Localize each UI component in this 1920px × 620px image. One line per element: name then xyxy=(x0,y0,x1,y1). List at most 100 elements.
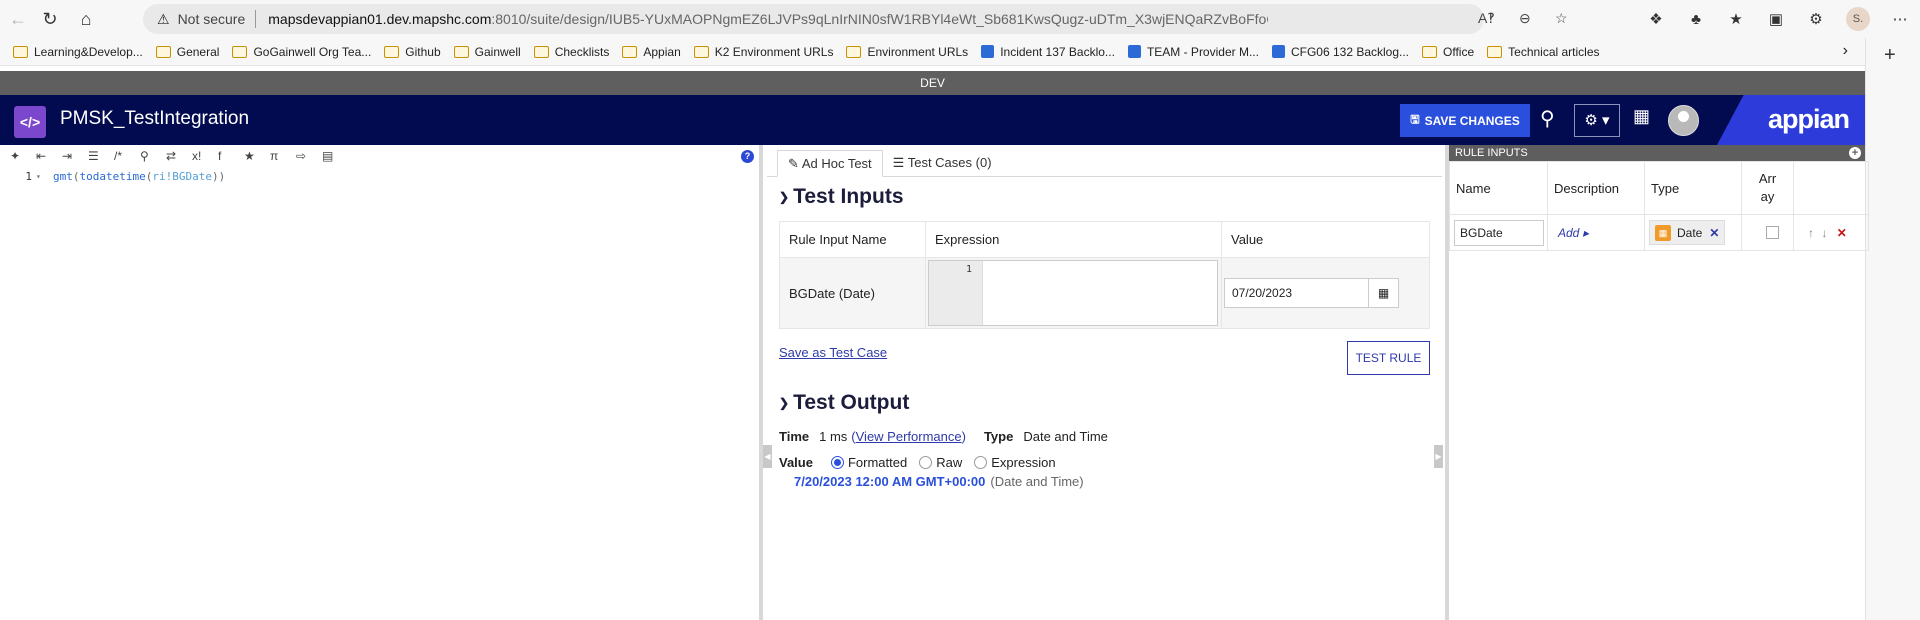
test-inputs-table: Rule Input Name Expression Value BGDate … xyxy=(779,221,1430,329)
zoom-out-icon[interactable]: ⊖ xyxy=(1519,10,1531,27)
close-icon[interactable]: ✕ xyxy=(1709,226,1719,240)
browser-toolbar: ← ↻ ⌂ ⚠ Not secure mapsdevappian01.dev.m… xyxy=(0,0,1920,38)
plus-icon[interactable]: + xyxy=(1884,44,1910,67)
bookmark-item[interactable]: Appian xyxy=(622,45,681,59)
function-icon[interactable]: f xyxy=(218,149,244,163)
date-input[interactable]: 07/20/2023 ▦ xyxy=(1224,278,1399,308)
back-icon[interactable]: ← xyxy=(0,0,36,38)
folder-icon xyxy=(693,45,709,58)
add-rule-input-icon[interactable]: + xyxy=(1849,147,1861,159)
favorite-star-icon[interactable]: ☆ xyxy=(1555,10,1568,27)
test-inputs-heading[interactable]: ❯ Test Inputs xyxy=(779,185,904,209)
type-chip[interactable]: ▦ Date ✕ xyxy=(1649,220,1726,245)
bookmark-item[interactable]: TEAM - Provider M... xyxy=(1127,45,1259,59)
array-checkbox[interactable] xyxy=(1766,226,1779,239)
editor-toolbar: ✦ ⇤ ⇥ ☰ /* ⚲ ⇄ x! f ★ π ⇨ ▤ xyxy=(0,145,759,167)
folder-icon xyxy=(846,45,862,58)
rule-input-name-field[interactable]: BGDate xyxy=(1454,219,1544,246)
azure-devops-icon xyxy=(1127,45,1141,58)
shuffle-icon[interactable]: ⇄ xyxy=(166,149,192,163)
tab-test-cases[interactable]: ☰ Test Cases (0) xyxy=(883,150,1002,177)
radio-expression[interactable] xyxy=(974,456,988,469)
export-icon[interactable]: ⇨ xyxy=(296,149,322,163)
help-icon[interactable]: ? xyxy=(741,150,754,163)
address-bar[interactable]: ⚠ Not secure mapsdevappian01.dev.mapshc.… xyxy=(143,4,1568,34)
code-function: gmt xyxy=(53,169,73,183)
code-line[interactable]: 1 ▾ gmt(todatetime(ri!BGDate)) xyxy=(0,167,759,185)
calendar-icon[interactable]: ▦ xyxy=(1368,279,1398,307)
profile-avatar[interactable]: S. xyxy=(1846,7,1870,31)
fold-arrow-icon[interactable]: ▾ xyxy=(36,172,53,181)
document-icon[interactable]: ▤ xyxy=(322,149,348,163)
code-paren: ( xyxy=(72,169,80,183)
comment-icon[interactable]: /* xyxy=(114,149,140,163)
line-number: 1 xyxy=(25,169,32,183)
search-icon[interactable]: ⚲ xyxy=(140,149,166,163)
outdent-icon[interactable]: ⇥ xyxy=(62,149,88,163)
bookmark-item[interactable]: Environment URLs xyxy=(846,45,968,59)
arrow-down-icon[interactable]: ↓ xyxy=(1821,226,1827,240)
address-divider xyxy=(255,10,257,28)
type-label: Type xyxy=(983,429,1014,444)
bookmark-item[interactable]: GoGainwell Org Tea... xyxy=(232,45,371,59)
pi-icon[interactable]: π xyxy=(270,149,296,163)
bookmark-item[interactable]: Incident 137 Backlo... xyxy=(981,45,1115,59)
star-icon[interactable]: ★ xyxy=(244,149,270,163)
arrow-up-icon[interactable]: ↑ xyxy=(1808,226,1814,240)
column-header: Array xyxy=(1741,161,1794,215)
azure-devops-icon xyxy=(1271,45,1285,58)
radio-raw[interactable] xyxy=(919,456,933,469)
radio-label: Formatted xyxy=(847,455,908,470)
actions-cell: ↑ ↓ ✕ xyxy=(1793,214,1869,251)
chevron-down-icon: ❯ xyxy=(779,190,790,204)
refresh-icon[interactable]: ↻ xyxy=(32,0,68,38)
save-as-test-case-link[interactable]: Save as Test Case xyxy=(779,345,887,360)
chevron-right-icon[interactable]: › xyxy=(1843,42,1848,60)
settings-menu-button[interactable]: ⚙ ▾ xyxy=(1574,104,1620,137)
extension-icon[interactable]: ❖ xyxy=(1636,10,1676,28)
apps-grid-icon[interactable]: ▦ xyxy=(1633,106,1650,127)
table-header-row: Rule Input Name Expression Value xyxy=(779,221,1430,258)
pretty-print-icon[interactable]: ✦ xyxy=(10,149,36,163)
type-value: Date and Time xyxy=(1023,429,1108,444)
bookmark-item[interactable]: CFG06 132 Backlog... xyxy=(1271,45,1409,59)
view-performance-link[interactable]: (View Performance) xyxy=(851,429,966,444)
bookmark-item[interactable]: Checklists xyxy=(533,45,609,59)
result-type: (Date and Time) xyxy=(990,474,1084,489)
folder-icon xyxy=(622,45,638,58)
expression-input[interactable]: 1 xyxy=(928,260,1218,326)
bookmark-item[interactable]: General xyxy=(155,45,219,59)
line-number: 1 xyxy=(929,261,983,325)
test-output-heading[interactable]: ❯ Test Output xyxy=(779,391,909,415)
function-x-icon[interactable]: x! xyxy=(192,149,218,163)
test-rule-button[interactable]: TEST RULE xyxy=(1347,341,1430,375)
more-menu-icon[interactable]: ⋯ xyxy=(1880,10,1920,28)
tab-ad-hoc-test[interactable]: ✎ Ad Hoc Test xyxy=(777,150,883,177)
puzzle-icon[interactable]: ♣ xyxy=(1676,11,1716,28)
dependents-search-icon[interactable]: ⚲ xyxy=(1540,106,1555,131)
collapse-rule-inputs-handle[interactable]: ▶ xyxy=(1434,445,1443,468)
bookmark-item[interactable]: Technical articles xyxy=(1487,45,1600,59)
bookmark-item[interactable]: Gainwell xyxy=(453,45,521,59)
collapse-icon[interactable]: ☰ xyxy=(88,149,114,163)
bookmark-item[interactable]: Office xyxy=(1422,45,1474,59)
save-changes-button[interactable]: 🖫 SAVE CHANGES xyxy=(1400,104,1530,137)
collections-icon[interactable]: ▣ xyxy=(1756,10,1796,28)
radio-formatted[interactable] xyxy=(830,456,844,469)
array-cell xyxy=(1741,214,1794,251)
bookmark-item[interactable]: K2 Environment URLs xyxy=(693,45,833,59)
read-aloud-icon[interactable]: A‽ xyxy=(1478,10,1495,27)
url-text[interactable]: mapsdevappian01.dev.mapshc.com:8010/suit… xyxy=(268,11,1268,27)
shield-icon[interactable]: ⚙ xyxy=(1796,10,1836,28)
save-icon: 🖫 xyxy=(1410,114,1420,126)
indent-icon[interactable]: ⇤ xyxy=(36,149,62,163)
user-avatar[interactable] xyxy=(1668,105,1699,136)
output-result: 7/20/2023 12:00 AM GMT+00:00 (Date and T… xyxy=(794,474,1084,489)
bookmark-item[interactable]: Github xyxy=(384,45,441,59)
date-value: 07/20/2023 xyxy=(1232,286,1293,300)
delete-icon[interactable]: ✕ xyxy=(1837,226,1847,240)
favorites-icon[interactable]: ★ xyxy=(1716,10,1756,28)
add-description-link[interactable]: Add ▸ xyxy=(1558,226,1589,240)
bookmark-item[interactable]: Learning&Develop... xyxy=(13,45,143,59)
home-icon[interactable]: ⌂ xyxy=(68,0,104,38)
